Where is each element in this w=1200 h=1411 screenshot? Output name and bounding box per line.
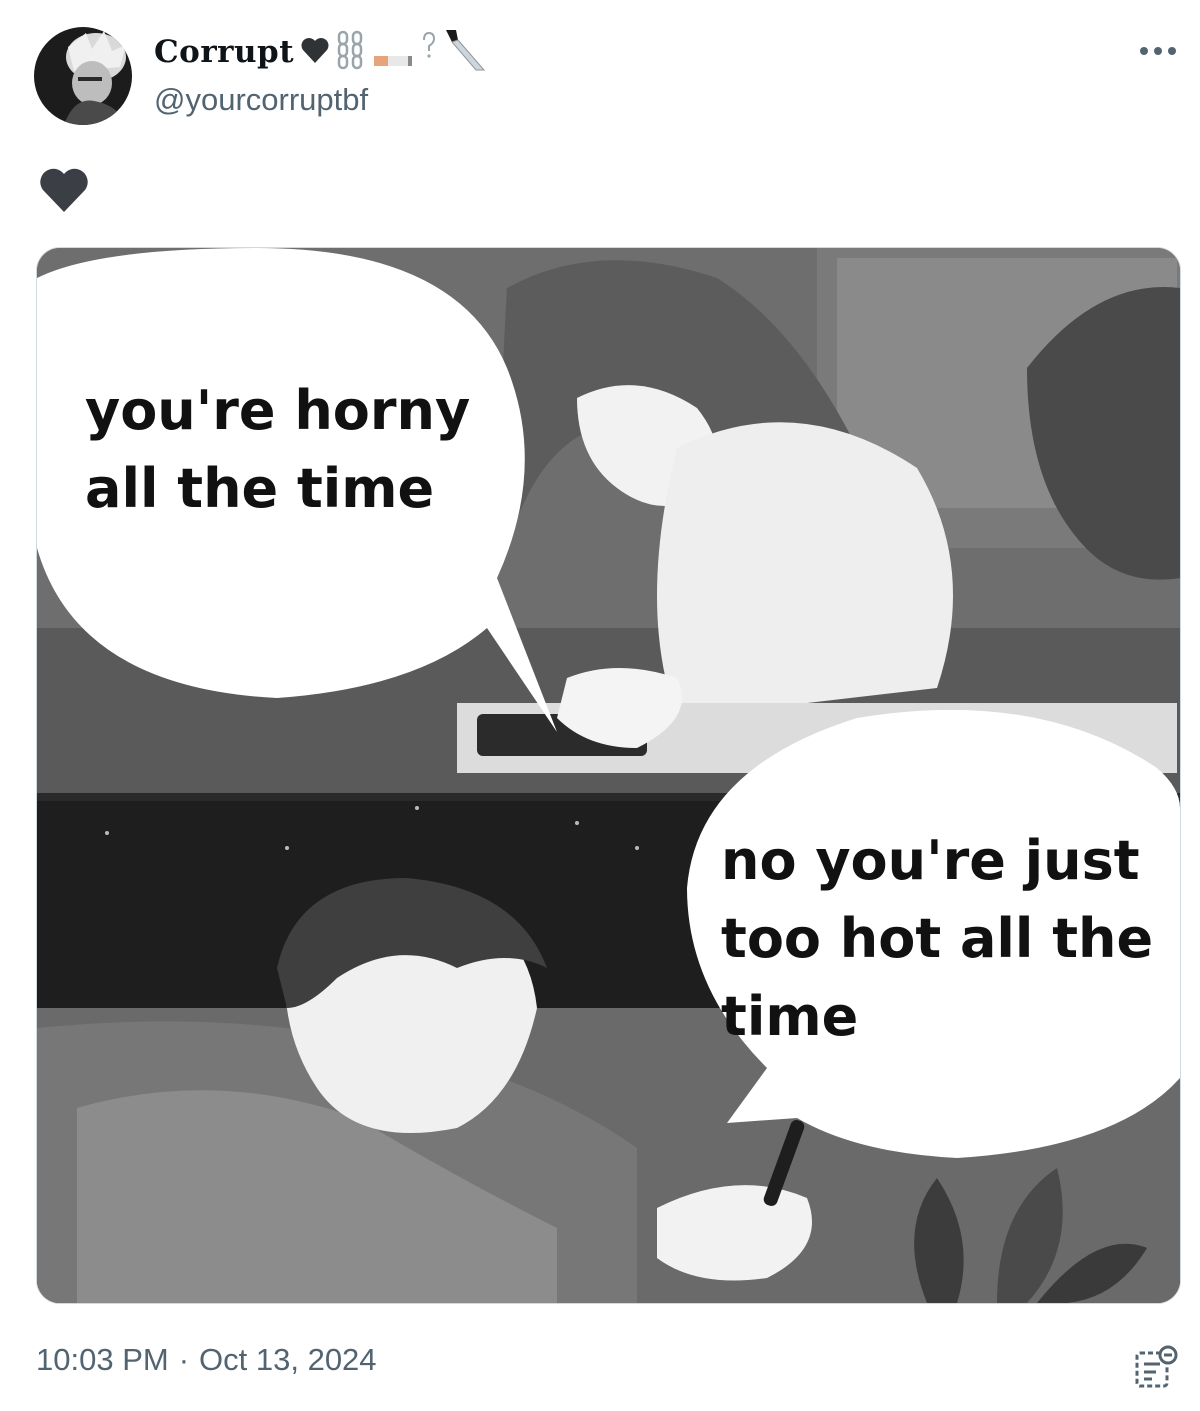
speech-bubble-bottom: no you're just too hot all the time: [721, 829, 1154, 1048]
handle[interactable]: @yourcorruptbf: [154, 82, 368, 118]
more-button[interactable]: [1134, 36, 1182, 66]
chain-icon: [336, 30, 366, 75]
tweet-date[interactable]: Oct 13, 2024: [199, 1342, 377, 1378]
analytics-button[interactable]: [1134, 1344, 1180, 1390]
tweet-text: [38, 166, 90, 214]
more-horizontal-icon: [1140, 47, 1176, 55]
black-heart-icon: [40, 168, 88, 212]
timestamp-separator: ·: [178, 1342, 190, 1377]
tweet-media[interactable]: you're horny all the time no you're just…: [36, 247, 1181, 1304]
avatar[interactable]: [34, 27, 132, 125]
analytics-icon: [1135, 1345, 1178, 1388]
question-mark-icon: [422, 30, 436, 75]
timestamp-row: 10:03 PM · Oct 13, 2024: [36, 1342, 377, 1378]
cigarette-icon: [372, 30, 416, 75]
speech-bubble-top: you're horny all the time: [85, 379, 471, 520]
tweet-time[interactable]: 10:03 PM: [36, 1342, 169, 1378]
display-name-row[interactable]: Corrupt: [154, 27, 486, 77]
knife-icon: [442, 26, 486, 79]
display-name: Corrupt: [154, 34, 295, 70]
avatar-image: [34, 27, 132, 125]
black-heart-icon: [300, 36, 330, 69]
